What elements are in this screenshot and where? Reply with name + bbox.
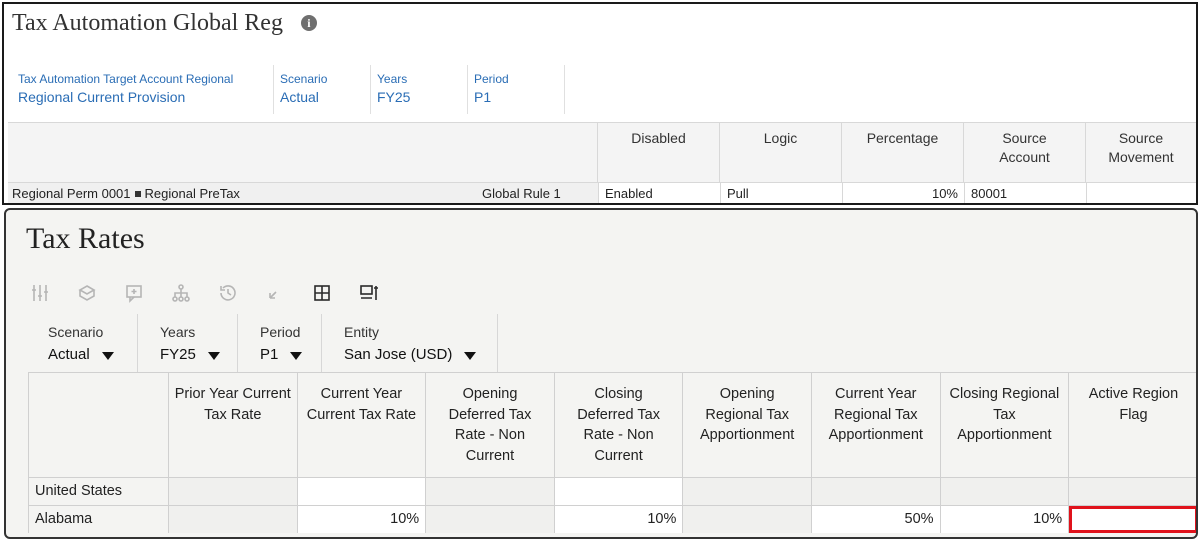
col-header: Closing Deferred Tax Rate - Non Current	[554, 373, 684, 477]
col-header: Opening Regional Tax Apportionment	[683, 373, 812, 477]
cell-percentage[interactable]: 10%	[842, 182, 964, 203]
grid-cell	[811, 478, 941, 505]
pov-years[interactable]: Years FY25	[138, 314, 238, 372]
tax-rates-grid: Prior Year Current Tax Rate Current Year…	[28, 372, 1196, 533]
grid-cell[interactable]	[554, 478, 684, 505]
cube-icon[interactable]	[75, 281, 99, 305]
col-header: Opening Deferred Tax Rate - Non Current	[426, 373, 555, 477]
pov-label: Scenario	[280, 72, 328, 86]
pov-entity[interactable]: Entity San Jose (USD)	[322, 314, 498, 372]
pov-value: FY25	[160, 346, 196, 363]
pov-label: Entity	[344, 324, 380, 340]
pov-value: Actual	[48, 346, 90, 363]
pov-label: Years	[377, 72, 408, 86]
pov-period[interactable]: Period P1	[468, 65, 565, 114]
pov-value[interactable]: FY25	[377, 87, 459, 107]
undo-icon[interactable]	[263, 281, 287, 305]
grid-cell	[683, 478, 812, 505]
col-header-source-movement: Source Movement	[1108, 130, 1174, 165]
table-row: Alabama 10% 10% 50% 10%	[28, 505, 1196, 533]
form-title: Tax Automation Global Reg	[12, 9, 283, 36]
pov-bar: Scenario Actual Years FY25 Period P1 Ent…	[26, 314, 498, 372]
grid-cell[interactable]: 10%	[940, 506, 1070, 533]
hierarchy-icon[interactable]	[169, 281, 193, 305]
pov-dropdown[interactable]: San Jose (USD)	[344, 342, 483, 368]
adjust-icon[interactable]	[28, 281, 52, 305]
page-title: Tax Rates	[26, 222, 145, 255]
pov-value: San Jose (USD)	[344, 346, 453, 363]
col-header: Current Year Current Tax Rate	[297, 373, 427, 477]
freeze-icon[interactable]	[357, 281, 381, 305]
table-row: United States	[28, 477, 1196, 505]
col-header: Active Region Flag	[1069, 373, 1196, 477]
pov-value[interactable]: Actual	[280, 87, 362, 107]
grid-cell[interactable]: 50%	[811, 506, 941, 533]
header-corner	[28, 373, 169, 477]
row-rule-label: Global Rule 1	[474, 182, 598, 203]
grid-icon[interactable]	[310, 281, 334, 305]
pov-target-account[interactable]: Tax Automation Target Account Regional R…	[12, 65, 274, 114]
table-row: Regional Perm 0001 Regional PreTax Global…	[8, 182, 1196, 203]
header-corner	[8, 123, 598, 182]
pov-label: Scenario	[48, 324, 104, 340]
chevron-down-icon[interactable]	[207, 352, 220, 360]
separator-square-icon	[134, 190, 141, 197]
grid-cell	[426, 506, 555, 533]
active-region-flag-cell[interactable]	[1069, 506, 1196, 533]
pov-bar: Tax Automation Target Account Regional R…	[12, 65, 565, 114]
grid-cell[interactable]: 10%	[554, 506, 684, 533]
pov-years[interactable]: Years FY25	[371, 65, 468, 114]
pov-scenario[interactable]: Scenario Actual	[26, 314, 138, 372]
grid-cell	[940, 478, 1070, 505]
row-header: Regional Perm 0001 Regional PreTax	[8, 182, 474, 203]
col-header-percentage: Percentage	[842, 123, 964, 182]
chevron-down-icon[interactable]	[101, 352, 114, 360]
pov-period[interactable]: Period P1	[238, 314, 322, 372]
tax-rates-form: Tax Rates Scenario Actual Years FY25 Per…	[4, 208, 1198, 539]
chevron-down-icon[interactable]	[464, 352, 477, 360]
pov-value[interactable]: Regional Current Provision	[18, 87, 265, 107]
grid-header: Prior Year Current Tax Rate Current Year…	[28, 373, 1196, 477]
grid-cell	[426, 478, 555, 505]
row-label-member: Regional Perm 0001	[12, 185, 131, 201]
col-header-source-account: Source Account	[964, 123, 1086, 182]
history-icon[interactable]	[216, 281, 240, 305]
toolbar	[28, 281, 404, 305]
col-header: Current Year Regional Tax Apportionment	[811, 373, 941, 477]
grid-cell	[169, 506, 298, 533]
pov-label: Period	[260, 324, 301, 340]
pov-label: Period	[474, 72, 509, 86]
grid-cell[interactable]	[297, 478, 427, 505]
row-header: Alabama	[28, 506, 169, 533]
grid-cell	[1069, 478, 1196, 505]
pov-value[interactable]: P1	[474, 87, 556, 107]
cell-logic[interactable]: Pull	[720, 182, 842, 203]
pov-label: Tax Automation Target Account Regional	[18, 72, 234, 86]
col-header: Prior Year Current Tax Rate	[169, 373, 298, 477]
row-label-account: Regional PreTax	[144, 185, 240, 201]
pov-scenario[interactable]: Scenario Actual	[274, 65, 371, 114]
cell-source-account[interactable]: 80001	[964, 182, 1086, 203]
pov-value: P1	[260, 346, 279, 363]
row-header: United States	[28, 478, 169, 505]
pov-label: Years	[160, 324, 196, 340]
rule-grid: Disabled Logic Percentage Source Account…	[8, 122, 1196, 203]
pov-dropdown[interactable]: Actual	[48, 342, 123, 368]
form-title-row: Tax Automation Global Reg i	[12, 8, 317, 38]
tax-automation-global-reg-form: Tax Automation Global Reg i Tax Automati…	[2, 2, 1198, 205]
info-icon[interactable]: i	[300, 15, 317, 31]
col-header-disabled: Disabled	[598, 123, 720, 182]
col-header-logic: Logic	[720, 123, 842, 182]
grid-cell	[683, 506, 812, 533]
grid-cell	[169, 478, 298, 505]
cell-disabled[interactable]: Enabled	[598, 182, 720, 203]
rule-grid-header: Disabled Logic Percentage Source Account…	[8, 122, 1196, 182]
pov-dropdown[interactable]: FY25	[160, 342, 223, 368]
col-header: Closing Regional Tax Apportionment	[940, 373, 1070, 477]
pov-dropdown[interactable]: P1	[260, 342, 307, 368]
grid-cell[interactable]: 10%	[297, 506, 427, 533]
cell-source-movement[interactable]	[1086, 182, 1196, 203]
chevron-down-icon[interactable]	[290, 352, 303, 360]
add-comment-icon[interactable]	[122, 281, 146, 305]
